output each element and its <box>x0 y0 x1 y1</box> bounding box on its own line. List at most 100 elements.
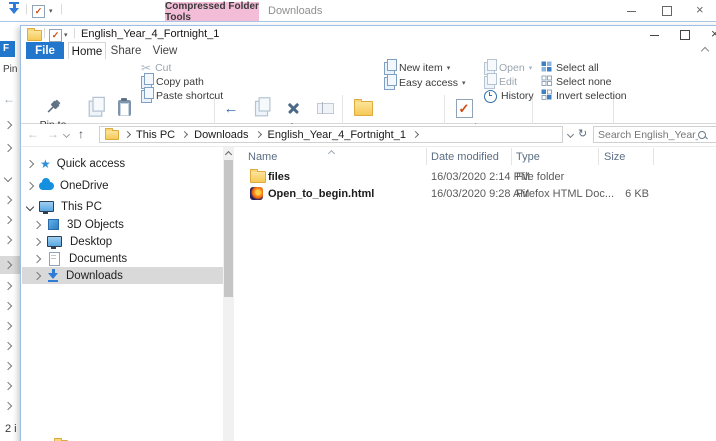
bg-tree-expander-icon[interactable] <box>3 301 13 311</box>
nav-item-3d-objects[interactable]: 3D Objects <box>22 216 223 233</box>
nav-item-desktop[interactable]: Desktop <box>22 233 223 250</box>
select-all-button[interactable]: Select all <box>541 61 599 75</box>
address-dropdown-caret-icon[interactable] <box>566 130 575 139</box>
search-box[interactable] <box>593 126 716 143</box>
bg-tree-expander-icon[interactable] <box>3 215 13 225</box>
nav-scrollbar[interactable] <box>223 147 234 441</box>
expander-icon[interactable] <box>32 220 42 229</box>
tab-home[interactable]: Home <box>68 42 106 60</box>
bg-tree-expander-icon[interactable] <box>3 401 13 411</box>
column-header-type[interactable]: Type <box>516 148 591 165</box>
column-headers: Name Date modified Type Size <box>234 148 716 165</box>
qat-customize-caret-icon[interactable]: ▾ <box>64 32 68 39</box>
scroll-up-icon[interactable] <box>224 150 233 159</box>
bg-tree-expander-icon[interactable] <box>3 321 13 331</box>
close-button[interactable]: × <box>711 26 716 41</box>
bg-tree-expander-icon[interactable] <box>3 195 13 205</box>
column-header-date-modified[interactable]: Date modified <box>431 148 506 165</box>
screen: | ✓ ▾ | Compressed Folder Tools Download… <box>0 0 716 441</box>
nav-item-this-pc[interactable]: This PC <box>22 198 223 215</box>
expander-icon[interactable] <box>32 237 42 246</box>
collapse-ribbon-icon[interactable] <box>700 46 710 56</box>
new-folder-icon <box>353 95 373 121</box>
expander-icon[interactable] <box>25 181 35 190</box>
column-divider[interactable] <box>511 148 512 165</box>
easy-access-button[interactable]: Easy access ▾ <box>384 73 466 90</box>
minimize-button[interactable] <box>650 35 659 36</box>
nav-label: OneDrive <box>60 179 109 192</box>
navigation-pane: ★ Quick access OneDrive This PC 3D Objec <box>21 147 223 441</box>
nav-item-onedrive[interactable]: OneDrive <box>22 177 223 194</box>
tab-view[interactable]: View <box>148 42 182 59</box>
expander-icon[interactable] <box>32 271 42 280</box>
bg-tree-expander-icon[interactable] <box>3 381 13 391</box>
select-none-label: Select none <box>556 76 612 88</box>
invert-selection-button[interactable]: Invert selection <box>541 89 627 103</box>
scrollbar-thumb[interactable] <box>224 160 233 297</box>
qat-customize-caret-icon[interactable]: ▾ <box>49 8 53 15</box>
qat-properties-icon[interactable]: ✓ <box>32 5 45 18</box>
onedrive-cloud-icon <box>39 177 54 190</box>
expander-icon[interactable] <box>25 159 35 168</box>
breadcrumb-this-pc[interactable]: This PC <box>136 129 175 141</box>
column-divider[interactable] <box>598 148 599 165</box>
bg-tree-expander-icon[interactable] <box>3 173 13 183</box>
invert-selection-label: Invert selection <box>556 90 627 102</box>
expander-icon[interactable] <box>32 254 42 263</box>
breadcrumb-chevron-icon[interactable] <box>254 130 262 139</box>
content-area: ★ Quick access OneDrive This PC 3D Objec <box>21 146 716 441</box>
address-folder-icon <box>105 127 119 140</box>
paste-shortcut-button[interactable]: Paste shortcut <box>141 86 223 103</box>
breadcrumb-current-folder[interactable]: English_Year_4_Fortnight_1 <box>268 129 406 141</box>
up-button[interactable]: ↑ <box>78 127 84 141</box>
bg-tree-expander-icon[interactable] <box>3 143 13 153</box>
back-button[interactable]: ← <box>27 127 39 141</box>
file-row-open-to-begin[interactable]: Open_to_begin.html 16/03/2020 9:28 AM Fi… <box>234 185 714 202</box>
refresh-icon[interactable]: ↻ <box>578 127 587 140</box>
nav-label: Documents <box>69 252 128 265</box>
edit-label: Edit <box>499 76 518 88</box>
contextual-tab-compressed-folder-tools[interactable]: Compressed Folder Tools <box>165 1 259 23</box>
breadcrumb-chevron-icon[interactable] <box>181 130 189 139</box>
edit-button[interactable]: Edit <box>484 72 518 89</box>
bg-tree-expander-icon[interactable] <box>3 235 13 245</box>
qat-properties-icon[interactable]: ✓ <box>49 29 62 42</box>
recent-locations-caret-icon[interactable] <box>62 130 71 139</box>
breadcrumb-chevron-icon[interactable] <box>411 130 420 139</box>
bg-tree-expander-icon[interactable] <box>3 341 13 351</box>
folder-icon <box>250 168 266 183</box>
bg-tree-expander-icon[interactable] <box>3 361 13 371</box>
maximize-button[interactable] <box>680 30 690 40</box>
search-icon <box>698 130 706 139</box>
file-row-files[interactable]: files 16/03/2020 2:14 PM File folder <box>234 168 714 185</box>
dropdown-caret-icon: ▾ <box>461 79 466 87</box>
bg-minimize-button[interactable] <box>627 11 636 12</box>
window-folder-icon <box>27 28 42 41</box>
easy-access-label: Easy access <box>399 77 458 89</box>
bg-close-button[interactable]: × <box>696 2 704 17</box>
bg-maximize-button[interactable] <box>662 6 672 16</box>
breadcrumb-downloads[interactable]: Downloads <box>194 129 248 141</box>
address-box[interactable]: This PC Downloads English_Year_4_Fortnig… <box>99 126 563 143</box>
column-header-size[interactable]: Size <box>604 148 649 165</box>
bg-tree-expander-icon[interactable] <box>3 281 13 291</box>
tab-file[interactable]: File <box>26 42 64 59</box>
nav-label: Desktop <box>70 235 113 248</box>
select-none-button[interactable]: Select none <box>541 75 611 89</box>
nav-item-documents[interactable]: Documents <box>22 250 223 267</box>
bg-tree-expander-icon[interactable] <box>3 120 13 130</box>
column-header-name[interactable]: Name <box>248 148 426 165</box>
tab-share[interactable]: Share <box>108 42 144 59</box>
column-divider[interactable] <box>653 148 654 165</box>
bg-back-icon[interactable]: ← <box>3 92 15 106</box>
nav-label: 3D Objects <box>67 218 124 231</box>
history-button[interactable]: History <box>484 89 534 103</box>
explorer-window: | ✓ ▾ | English_Year_4_Fortnight_1 × Fil… <box>20 25 716 441</box>
nav-item-downloads[interactable]: Downloads <box>22 267 223 284</box>
column-divider[interactable] <box>426 148 427 165</box>
nav-item-quick-access[interactable]: ★ Quick access <box>22 155 223 172</box>
expander-icon[interactable] <box>25 202 35 211</box>
search-input[interactable] <box>598 128 698 141</box>
bg-file-tab-partial[interactable]: F <box>0 41 15 57</box>
forward-button[interactable]: → <box>47 127 59 141</box>
